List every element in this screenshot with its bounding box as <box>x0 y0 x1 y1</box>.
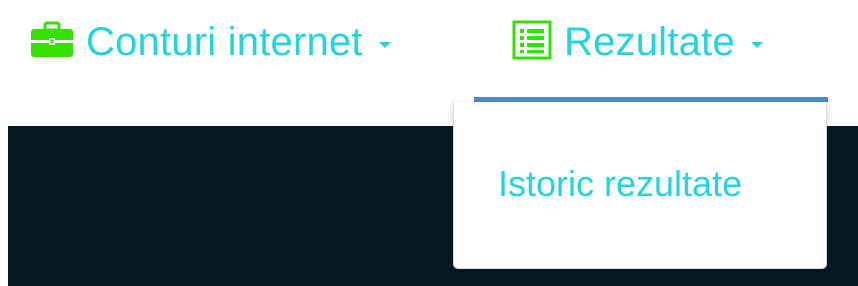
chevron-down-icon <box>378 42 391 48</box>
nav-item-label: Rezultate <box>564 20 735 64</box>
rezultate-dropdown-menu: Istoric rezultate <box>453 102 827 269</box>
top-navigation: Conturi internet Rezultate <box>0 0 858 102</box>
nav-item-rezultate[interactable]: Rezultate <box>512 14 763 70</box>
list-icon <box>512 20 552 65</box>
nav-item-conturi-internet[interactable]: Conturi internet <box>30 14 391 70</box>
chevron-down-icon <box>750 42 763 48</box>
briefcase-icon <box>30 21 74 64</box>
page: Conturi internet Rezultate Istoric rezul… <box>0 0 858 286</box>
nav-item-label: Conturi internet <box>86 20 363 64</box>
menu-item-istoric-rezultate[interactable]: Istoric rezultate <box>498 166 742 202</box>
